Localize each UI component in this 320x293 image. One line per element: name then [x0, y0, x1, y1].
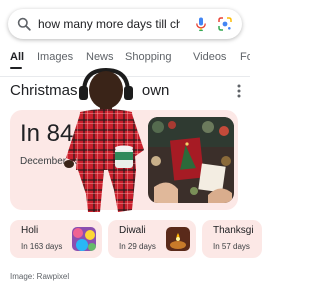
image-credit: Image: Rawpixel: [10, 272, 70, 281]
holiday-chip-diwali[interactable]: Diwali In 29 days: [108, 220, 196, 258]
holiday-countdown: In 29 days: [119, 242, 156, 251]
tab-all[interactable]: All: [10, 50, 24, 64]
holi-thumbnail: [72, 227, 96, 251]
lens-icon[interactable]: [217, 16, 233, 32]
holiday-name: Thanksgi: [213, 225, 254, 236]
mic-icon[interactable]: [193, 16, 209, 32]
christmas-card-photo[interactable]: [148, 117, 234, 203]
tab-shopping[interactable]: Shopping: [125, 50, 172, 64]
holiday-countdown: In 57 days: [213, 242, 250, 251]
tab-images[interactable]: Images: [37, 50, 73, 64]
holiday-countdown: In 163 days: [21, 242, 63, 251]
holiday-name: Holi: [21, 225, 39, 236]
more-vert-icon[interactable]: [237, 84, 241, 98]
search-input[interactable]: how many more days till chr: [38, 9, 180, 39]
tab-forums[interactable]: Foru: [240, 50, 250, 64]
diwali-thumbnail: [166, 227, 190, 251]
holiday-name: Diwali: [119, 225, 146, 236]
search-icon[interactable]: [17, 17, 31, 31]
holiday-chip-holi[interactable]: Holi In 163 days: [10, 220, 102, 258]
active-tab-indicator: [10, 67, 22, 69]
person-overlay-image: [64, 67, 144, 212]
tab-videos[interactable]: Videos: [193, 50, 226, 64]
search-bar[interactable]: how many more days till chr: [8, 9, 242, 39]
tab-news[interactable]: News: [86, 50, 114, 64]
holiday-chip-thanksgiving[interactable]: Thanksgi In 57 days: [202, 220, 262, 258]
